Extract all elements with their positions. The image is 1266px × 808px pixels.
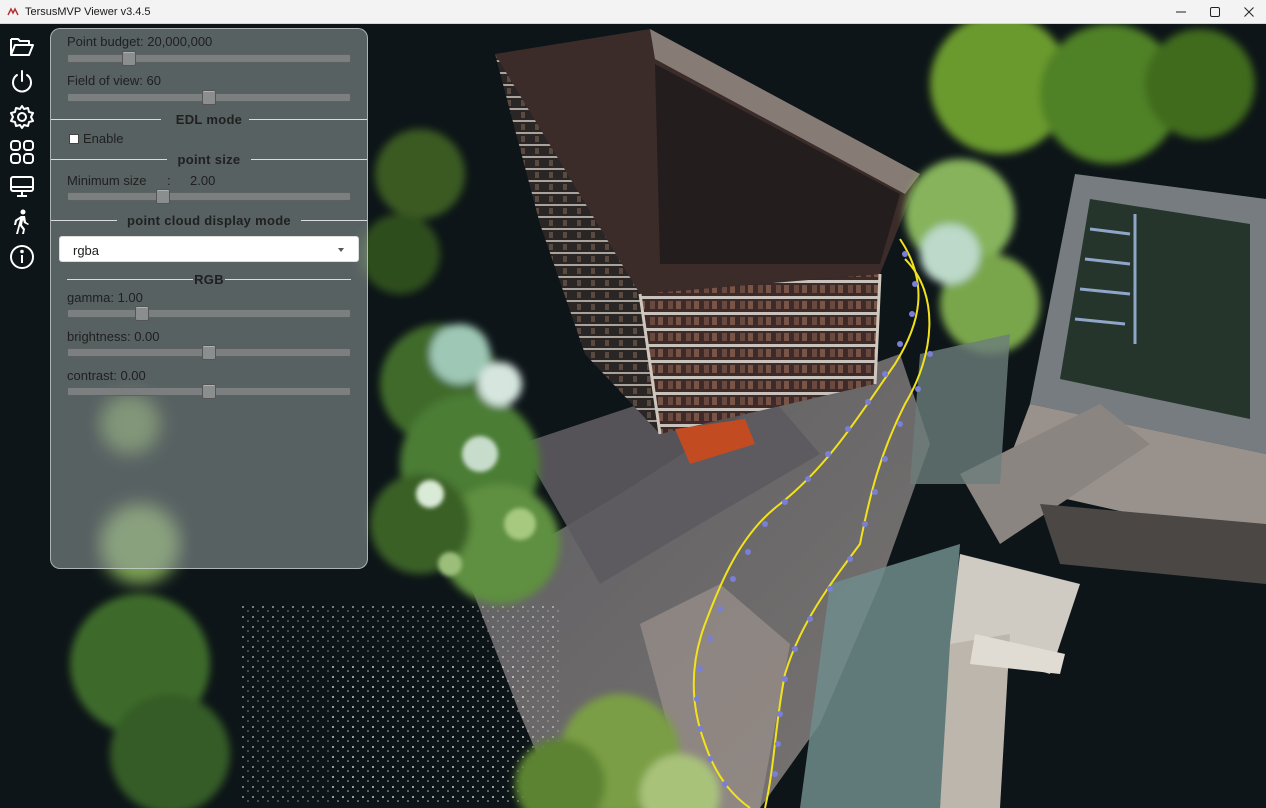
gear-icon [10, 105, 34, 129]
section-title: point cloud display mode [127, 213, 291, 228]
gamma-slider[interactable] [67, 306, 351, 321]
chevron-down-icon [338, 248, 344, 252]
contrast-label: contrast: 0.00 [67, 368, 146, 383]
maximize-button[interactable] [1198, 0, 1232, 24]
edl-enable-checkbox[interactable] [69, 133, 79, 144]
settings-panel: Point budget: 20,000,000 Field of view: … [50, 28, 368, 569]
close-icon [1244, 7, 1254, 17]
power-button[interactable] [5, 65, 39, 99]
info-icon [10, 245, 34, 269]
display-mode-value: rgba [73, 243, 100, 258]
brightness-slider[interactable] [67, 345, 351, 360]
slider-thumb[interactable] [202, 90, 216, 105]
min-size-colon: : [167, 173, 171, 188]
edl-section-header: EDL mode [51, 112, 367, 127]
minimize-icon [1176, 11, 1186, 13]
apps-button[interactable] [5, 135, 39, 169]
min-size-label: Minimum size [67, 173, 147, 188]
slider-thumb[interactable] [202, 345, 216, 360]
section-title: point size [177, 152, 241, 167]
point-budget-label: Point budget: 20,000,000 [67, 34, 213, 49]
contrast-slider[interactable] [67, 384, 351, 399]
min-size-value: 2.00 [190, 173, 216, 188]
window-title: TersusMVP Viewer v3.4.5 [25, 5, 151, 18]
power-icon [12, 70, 32, 93]
section-title: EDL mode [175, 112, 243, 127]
brightness-label: brightness: 0.00 [67, 329, 160, 344]
point-size-section-header: point size [51, 152, 367, 167]
close-button[interactable] [1232, 0, 1266, 24]
settings-button[interactable] [5, 100, 39, 134]
slider-thumb[interactable] [156, 189, 170, 204]
display-mode-select[interactable]: rgba [59, 236, 359, 262]
min-size-slider[interactable] [67, 189, 351, 204]
slider-thumb[interactable] [135, 306, 149, 321]
gamma-label: gamma: 1.00 [67, 290, 143, 305]
point-budget-slider[interactable] [67, 51, 351, 66]
display-button[interactable] [5, 170, 39, 204]
slider-thumb[interactable] [202, 384, 216, 399]
walking-person-icon [14, 209, 29, 234]
edl-enable-row[interactable]: Enable [69, 131, 123, 146]
rgb-section-header: RGB [51, 272, 367, 287]
edl-enable-label: Enable [83, 131, 124, 146]
left-toolbar [0, 24, 44, 284]
slider-thumb[interactable] [122, 51, 136, 66]
walk-mode-button[interactable] [5, 205, 39, 239]
minimize-button[interactable] [1164, 0, 1198, 24]
grid-icon [10, 140, 34, 164]
info-button[interactable] [5, 240, 39, 274]
fov-slider[interactable] [67, 90, 351, 105]
title-bar: TersusMVP Viewer v3.4.5 [0, 0, 1266, 24]
folder-open-icon [10, 38, 34, 56]
fov-label: Field of view: 60 [67, 73, 161, 88]
app-logo-icon [6, 5, 20, 19]
maximize-icon [1210, 7, 1220, 17]
display-mode-section-header: point cloud display mode [51, 213, 367, 228]
section-title: RGB [194, 272, 224, 287]
open-file-button[interactable] [5, 30, 39, 64]
monitor-icon [10, 176, 34, 197]
